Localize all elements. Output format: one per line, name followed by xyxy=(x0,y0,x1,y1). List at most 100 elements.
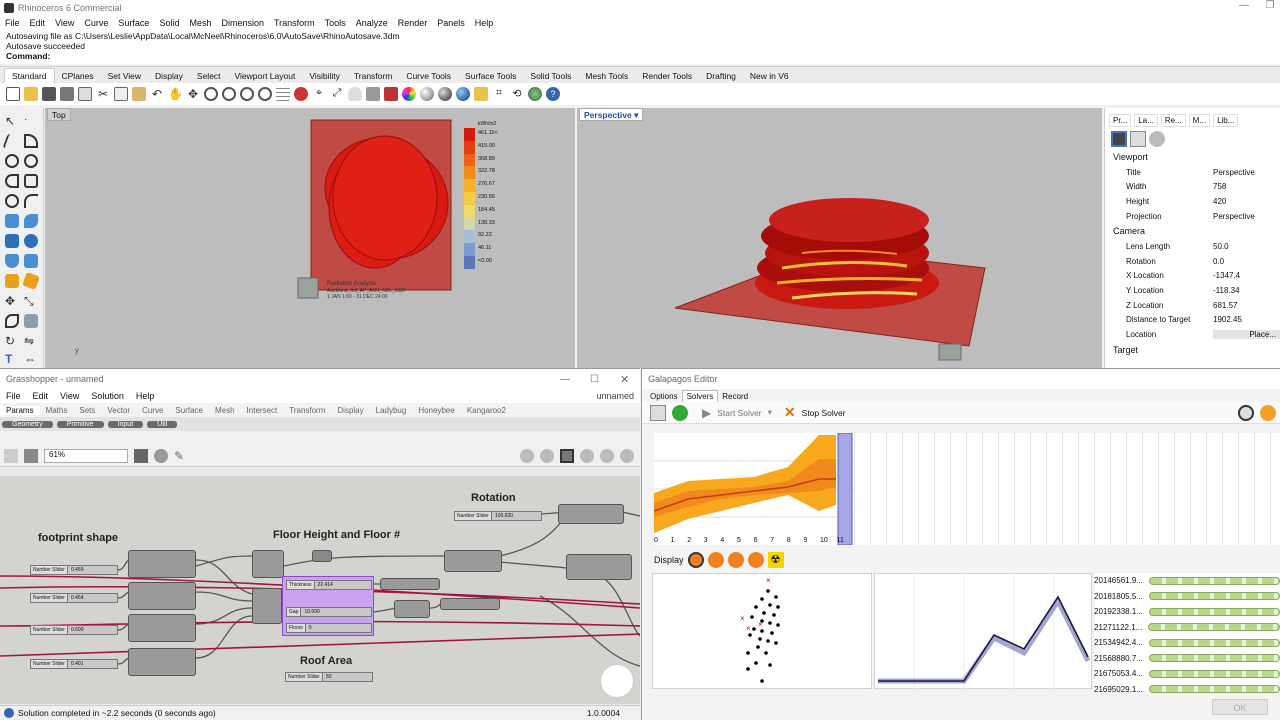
solution-row[interactable]: 20181805.5... xyxy=(1094,589,1280,605)
color-wheel-icon[interactable] xyxy=(402,87,416,101)
zoom-selected-icon[interactable] xyxy=(258,87,272,101)
gh-open-icon[interactable] xyxy=(4,448,18,463)
tab-viewport-layout[interactable]: Viewport Layout xyxy=(228,69,303,83)
tab-solid-tools[interactable]: Solid Tools xyxy=(523,69,578,83)
gh-tab-mesh[interactable]: Mesh xyxy=(209,406,241,415)
multiply-node[interactable] xyxy=(394,600,430,618)
select-arrow-icon[interactable]: ↖ xyxy=(5,114,19,128)
extrude-icon[interactable] xyxy=(24,254,38,268)
lock-icon[interactable] xyxy=(366,87,380,101)
mirror-icon[interactable]: ⇋ xyxy=(24,334,38,348)
factor-unit-node-2[interactable] xyxy=(440,598,500,610)
pan-hand-icon[interactable]: ✋ xyxy=(168,87,183,101)
snap-icon[interactable]: ⌗ xyxy=(492,87,506,101)
tab-select[interactable]: Select xyxy=(190,69,228,83)
gh-menu-view[interactable]: View xyxy=(54,391,85,401)
tab-render-tools[interactable]: Render Tools xyxy=(635,69,699,83)
gh-subtab-geometry[interactable]: Geometry xyxy=(2,420,53,428)
prop-y-value[interactable]: -118.34 xyxy=(1213,286,1280,295)
arc-icon[interactable] xyxy=(5,174,19,188)
render-sphere-icon[interactable] xyxy=(420,87,434,101)
number-slider-4[interactable]: Number Slider 0.401 xyxy=(30,659,118,669)
gh-tab-sets[interactable]: Sets xyxy=(73,406,101,415)
gh-tab-intersect[interactable]: Intersect xyxy=(241,406,284,415)
tab-properties[interactable]: Pr... xyxy=(1109,114,1132,127)
paste-icon[interactable] xyxy=(132,87,146,101)
surface-icon[interactable] xyxy=(5,214,19,228)
solution-row[interactable]: 21271122.1... xyxy=(1094,620,1280,636)
trim-icon[interactable] xyxy=(5,314,19,328)
gh-shaded-icon[interactable] xyxy=(560,448,574,463)
gal-reset-icon[interactable] xyxy=(650,404,666,421)
viewport-top[interactable]: Top y Radiation Analysis Auckland_Intl_A… xyxy=(45,108,575,368)
new-file-icon[interactable] xyxy=(6,87,20,101)
command-prompt[interactable]: Command: xyxy=(6,51,1280,61)
tab-drafting[interactable]: Drafting xyxy=(699,69,743,83)
gh-tab-ladybug[interactable]: Ladybug xyxy=(370,406,413,415)
solution-row[interactable]: 20146561.9... xyxy=(1094,573,1280,589)
solution-row[interactable]: 21695029.1... xyxy=(1094,682,1280,698)
polyline-icon[interactable] xyxy=(2,134,22,148)
solution-row[interactable]: 21675053.4... xyxy=(1094,666,1280,682)
prop-lens-value[interactable]: 50.0 xyxy=(1213,242,1280,251)
history-icon[interactable]: ⟲ xyxy=(510,87,524,101)
tab-new-in-v6[interactable]: New in V6 xyxy=(743,69,796,83)
gal-tab-solvers[interactable]: Solvers xyxy=(681,390,719,402)
gh-wire-icon[interactable] xyxy=(580,448,594,463)
solution-row[interactable]: 20192338.1... xyxy=(1094,604,1280,620)
prop-height-value[interactable]: 420 xyxy=(1213,197,1280,206)
gh-zoom-select[interactable]: 61% xyxy=(44,448,128,463)
rotate-view-icon[interactable]: ✥ xyxy=(186,87,200,101)
gal-tab-options[interactable]: Options xyxy=(646,391,682,402)
menu-panels[interactable]: Panels xyxy=(432,18,470,28)
gh-maximize-icon[interactable]: ☐ xyxy=(590,374,599,385)
curve-param-node-4[interactable] xyxy=(128,648,196,676)
gh-tab-curve[interactable]: Curve xyxy=(136,406,169,415)
display-mode-4-icon[interactable] xyxy=(747,552,764,568)
zoom-icon[interactable] xyxy=(204,87,218,101)
boolean-icon[interactable] xyxy=(5,274,19,288)
display-mode-1-icon[interactable] xyxy=(687,552,704,568)
gh-subtab-util[interactable]: Util xyxy=(147,420,178,428)
gal-tab-record[interactable]: Record xyxy=(718,391,752,402)
gh-tab-vector[interactable]: Vector xyxy=(101,406,136,415)
gh-sketch-icon[interactable]: ✎ xyxy=(174,449,188,463)
light-bulb-icon[interactable] xyxy=(348,87,362,101)
grasshopper-icon[interactable] xyxy=(528,87,542,101)
menu-mesh[interactable]: Mesh xyxy=(184,18,216,28)
stop-solver-button[interactable]: Stop Solver xyxy=(802,408,846,418)
thickness-slider[interactable]: Thickness 22.414 xyxy=(286,580,372,590)
prop-width-value[interactable]: 758 xyxy=(1213,182,1280,191)
import-icon[interactable] xyxy=(78,87,92,101)
polyline-node[interactable] xyxy=(252,588,282,624)
rotate-icon[interactable]: ↻ xyxy=(5,334,19,348)
gh-tab-honeybee[interactable]: Honeybee xyxy=(412,406,460,415)
number-slider-2[interactable]: Number Slider 0.464 xyxy=(30,593,118,603)
gh-menu-help[interactable]: Help xyxy=(130,391,161,401)
menu-analyze[interactable]: Analyze xyxy=(351,18,393,28)
fillet-icon[interactable] xyxy=(24,194,38,208)
tab-render[interactable]: Re... xyxy=(1160,114,1186,127)
box-icon[interactable] xyxy=(5,234,19,248)
tab-materials[interactable]: M... xyxy=(1188,114,1211,127)
gal-refresh-icon[interactable] xyxy=(672,404,688,421)
gap-slider[interactable]: Gap 10.690 xyxy=(286,607,372,617)
gh-preview-selected-icon[interactable] xyxy=(540,448,554,463)
options-icon[interactable] xyxy=(474,87,488,101)
gal-timer-icon[interactable] xyxy=(1260,404,1276,421)
vector-node[interactable] xyxy=(252,550,284,578)
menu-view[interactable]: View xyxy=(50,18,79,28)
open-folder-icon[interactable] xyxy=(24,87,38,101)
gh-zoom-extents-icon[interactable] xyxy=(134,448,148,463)
text-icon[interactable]: T xyxy=(5,352,19,366)
gh-save-icon[interactable] xyxy=(24,448,38,463)
menu-dimension[interactable]: Dimension xyxy=(216,18,269,28)
menu-render[interactable]: Render xyxy=(393,18,433,28)
number-slider-1[interactable]: Number Slider 0.459 xyxy=(30,565,118,575)
copy-icon[interactable] xyxy=(114,87,128,101)
gh-menu-solution[interactable]: Solution xyxy=(85,391,130,401)
restore-icon[interactable]: ❐ xyxy=(1262,0,1278,16)
zoom-extents-icon[interactable] xyxy=(240,87,254,101)
viewport-icon[interactable] xyxy=(1130,131,1146,147)
dimension-icon[interactable]: ⇔ xyxy=(24,352,38,366)
